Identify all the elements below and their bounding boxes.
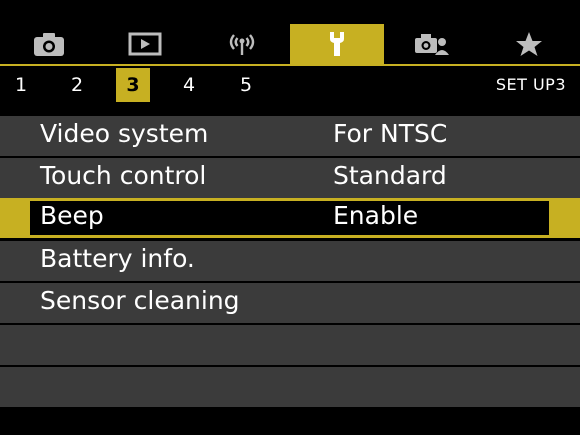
page-tab-1[interactable]: 1 <box>4 68 38 102</box>
tab-wireless[interactable] <box>195 24 289 64</box>
camera-icon <box>34 33 64 56</box>
page-tab-5[interactable]: 5 <box>229 68 263 102</box>
wrench-icon <box>330 32 344 56</box>
menu-item-beep[interactable]: Beep Enable <box>0 198 580 238</box>
custom-functions-icon <box>415 34 449 55</box>
tab-my-menu[interactable] <box>482 24 576 64</box>
menu-item-value: Enable <box>333 201 419 230</box>
menu-item-battery-info[interactable]: Battery info. <box>0 241 580 281</box>
menu-item-sensor-cleaning[interactable]: Sensor cleaning <box>0 283 580 323</box>
menu-item-label: Video system <box>40 119 209 148</box>
page-tabs: 1 2 3 4 5 SET UP3 <box>0 66 580 104</box>
menu-item-empty <box>0 367 580 407</box>
menu-item-touch-control[interactable]: Touch control Standard <box>0 158 580 198</box>
playback-icon <box>128 32 162 56</box>
wireless-icon <box>229 34 255 55</box>
menu-item-label: Beep <box>40 201 104 230</box>
menu-item-empty <box>0 325 580 365</box>
page-tab-4[interactable]: 4 <box>172 68 206 102</box>
menu-page-title: SET UP3 <box>495 75 566 94</box>
menu-item-value: For NTSC <box>333 119 448 148</box>
tab-custom-functions[interactable] <box>384 24 478 64</box>
tab-shooting[interactable] <box>2 24 96 64</box>
menu-item-label: Battery info. <box>40 244 195 273</box>
tab-playback[interactable] <box>98 24 192 64</box>
menu-tab-bar <box>0 0 580 66</box>
page-tab-3[interactable]: 3 <box>116 68 150 102</box>
selection-highlight <box>30 201 549 235</box>
menu-item-video-system[interactable]: Video system For NTSC <box>0 116 580 156</box>
menu-item-label: Sensor cleaning <box>40 286 240 315</box>
menu-item-label: Touch control <box>40 161 207 190</box>
tab-setup[interactable] <box>290 24 384 64</box>
star-icon <box>516 32 542 56</box>
page-tab-2[interactable]: 2 <box>60 68 94 102</box>
menu-item-value: Standard <box>333 161 447 190</box>
